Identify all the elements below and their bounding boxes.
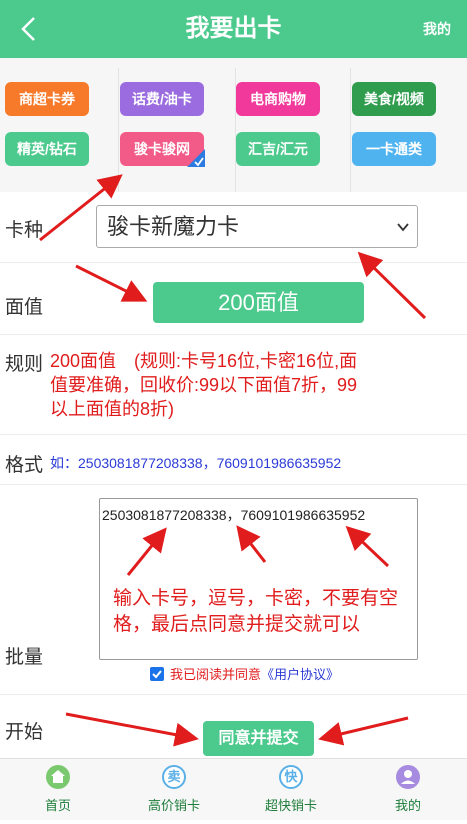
start-label: 开始 [5, 722, 44, 743]
user-protocol-link[interactable]: 《用户协议》 [261, 664, 339, 683]
category-button[interactable]: 美食/视频 [352, 82, 436, 116]
sell-form: 卡种 骏卡新魔力卡 面值 200面值 规则 200面值 (规则:卡号16位,卡密… [0, 192, 467, 758]
category-button-selected[interactable]: 骏卡骏网 [120, 132, 205, 167]
chevron-down-icon [397, 223, 409, 232]
tab-label: 高价销卡 [147, 798, 200, 813]
divider [0, 484, 467, 485]
face-label: 面值 [5, 297, 44, 318]
category-button[interactable]: 汇吉/汇元 [236, 132, 320, 166]
category-button[interactable]: 话费/油卡 [120, 82, 204, 116]
tab-label: 首页 [44, 798, 71, 813]
tab-home[interactable]: 首页 [0, 759, 116, 821]
face-value-button[interactable]: 200面值 [153, 282, 364, 323]
category-button[interactable]: 电商购物 [236, 82, 320, 116]
tab-label: 超快销卡 [264, 798, 317, 813]
mine-link[interactable]: 我的 [423, 0, 451, 58]
divider [118, 68, 119, 192]
tab-sell[interactable]: 卖 高价销卡 [116, 759, 232, 821]
card-type-select[interactable]: 骏卡新魔力卡 [96, 205, 418, 248]
divider [0, 334, 467, 335]
category-button[interactable]: 一卡通类 [352, 132, 436, 166]
agreement-row: 我已阅读并同意 《用户协议》 [150, 664, 339, 683]
rule-label: 规则 [5, 354, 44, 375]
card-type-label: 卡种 [5, 220, 44, 241]
agree-text: 我已阅读并同意 [170, 667, 262, 682]
page-title: 我要出卡 [185, 15, 282, 42]
fast-icon: 快 [279, 765, 303, 789]
bottom-strip [0, 820, 467, 824]
agree-checkbox[interactable] [150, 666, 164, 681]
format-label: 格式 [5, 455, 44, 476]
tab-mine[interactable]: 我的 [350, 759, 466, 821]
category-button[interactable]: 精英/钻石 [5, 132, 89, 166]
submit-button[interactable]: 同意并提交 [203, 721, 314, 756]
bottom-tab-bar: 首页 卖 高价销卡 快 超快销卡 我的 [0, 758, 467, 820]
selected-check-icon [187, 149, 205, 167]
category-label: 骏卡骏网 [134, 141, 190, 157]
batch-input-value: 2503081877208338，7609101986635952 [102, 507, 366, 523]
card-type-value: 骏卡新魔力卡 [107, 214, 240, 239]
format-text: 如：2503081877208338，7609101986635952 [50, 455, 342, 471]
tab-label: 我的 [394, 798, 421, 813]
divider [0, 694, 467, 695]
app-header: 我要出卡 我的 [0, 0, 467, 58]
hint-text: 输入卡号，逗号，卡密，不要有空格，最后点同意并提交就可以 [113, 588, 399, 635]
category-panel: 商超卡券 话费/油卡 电商购物 美食/视频 精英/钻石 骏卡骏网 汇吉/汇元 一… [0, 58, 467, 192]
tab-fast[interactable]: 快 超快销卡 [233, 759, 349, 821]
sell-icon: 卖 [162, 765, 186, 789]
user-icon [396, 765, 420, 789]
divider [0, 434, 467, 435]
home-icon [46, 765, 70, 789]
category-button[interactable]: 商超卡券 [5, 82, 89, 116]
divider [350, 68, 351, 192]
rule-text: 200面值 (规则:卡号16位,卡密16位,面值要准确，回收价:99以下面值7折… [50, 351, 358, 419]
batch-label: 批量 [5, 647, 44, 668]
divider [0, 262, 467, 263]
